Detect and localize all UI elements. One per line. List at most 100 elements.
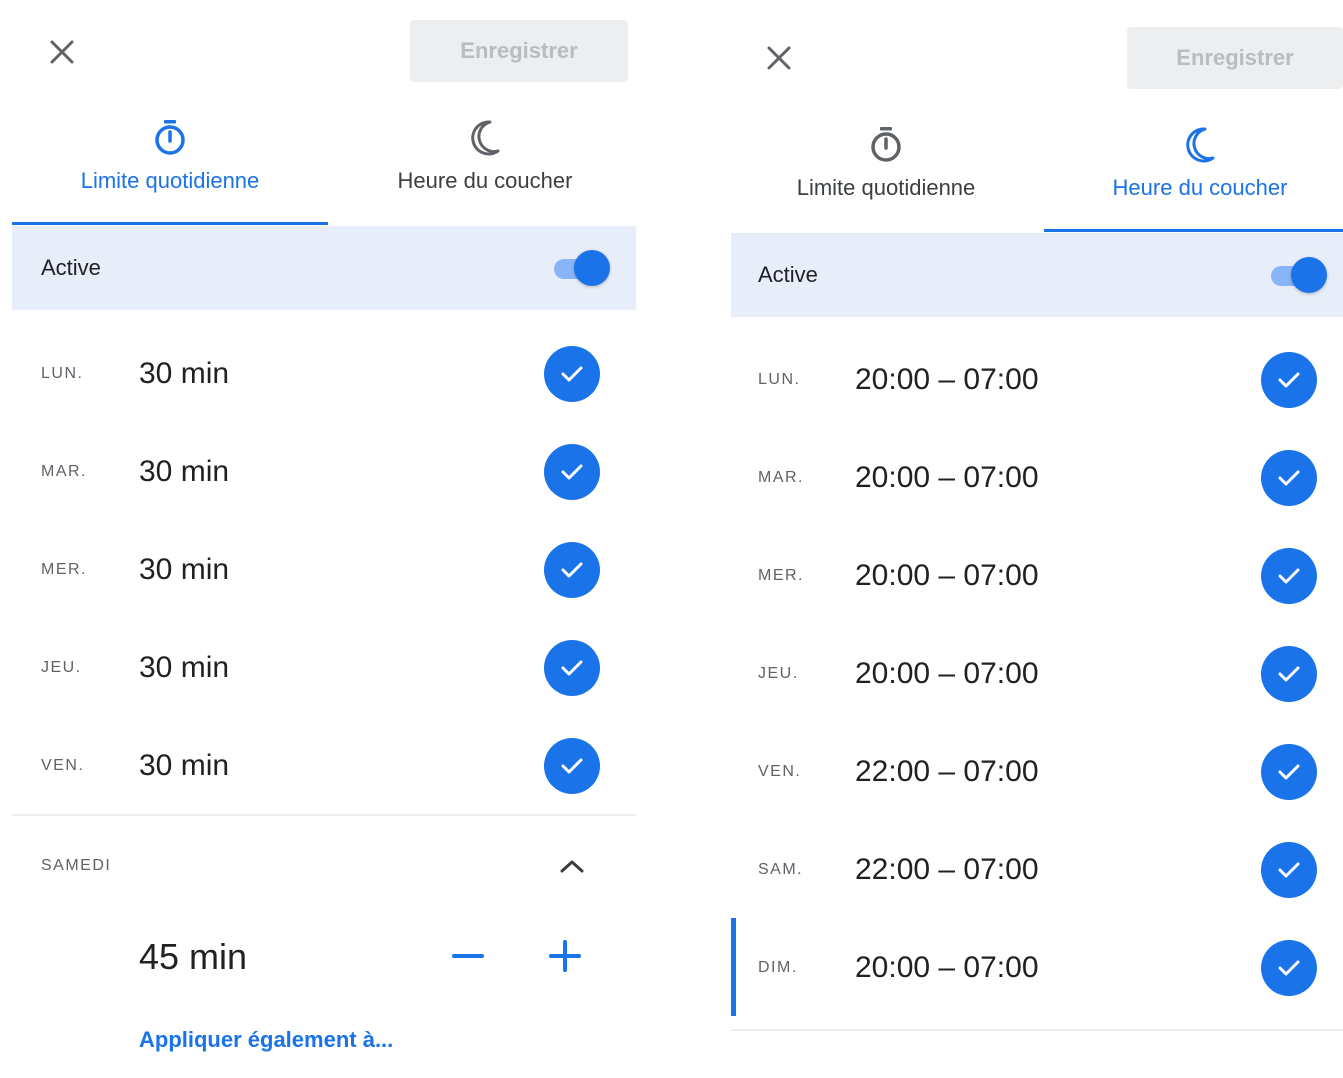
day-value: 30 min <box>139 553 230 586</box>
chevron-up-icon <box>560 860 584 873</box>
check-icon <box>1278 764 1300 780</box>
moon-icon <box>471 120 500 156</box>
active-tab-indicator <box>1044 229 1343 232</box>
plus-icon <box>549 940 581 972</box>
day-abbr: VEN. <box>758 763 802 780</box>
tab-daily-limit[interactable]: Limite quotidienne <box>761 125 1011 201</box>
check-icon <box>1278 862 1300 878</box>
day-checkbox[interactable] <box>1261 646 1317 702</box>
check-icon <box>561 562 583 578</box>
active-label: Active <box>41 255 101 280</box>
tab-bedtime[interactable]: Heure du coucher <box>1075 125 1325 201</box>
close-button[interactable] <box>759 38 799 78</box>
day-abbr: MAR. <box>758 469 804 486</box>
day-row[interactable]: MER. 20:00 – 07:00 <box>718 527 1343 625</box>
check-icon <box>1278 470 1300 486</box>
daily-limit-panel: Enregistrer Limite quotidienne Heure du … <box>0 0 640 1078</box>
apply-also-link[interactable]: Appliquer également à... <box>139 1027 393 1053</box>
tab-label: Heure du coucher <box>397 168 573 193</box>
close-icon <box>50 40 74 64</box>
decrement-button[interactable] <box>444 932 492 980</box>
day-checkbox[interactable] <box>544 346 600 402</box>
day-value: 30 min <box>139 749 230 782</box>
active-tab-indicator <box>12 222 328 225</box>
day-checkbox[interactable] <box>544 444 600 500</box>
day-abbr: SAM. <box>758 861 804 878</box>
close-icon <box>767 46 791 70</box>
day-checkbox[interactable] <box>1261 744 1317 800</box>
day-checkbox[interactable] <box>544 640 600 696</box>
day-row[interactable]: DIM. 20:00 – 07:00 <box>718 919 1343 1017</box>
day-abbr: DIM. <box>758 959 798 976</box>
day-value: 30 min <box>139 651 230 684</box>
day-value: 22:00 – 07:00 <box>855 755 1039 788</box>
timer-icon <box>871 127 901 162</box>
tab-daily-limit[interactable]: Limite quotidienne <box>45 118 295 194</box>
check-icon <box>1278 372 1300 388</box>
save-button[interactable]: Enregistrer <box>410 20 628 82</box>
toggle-knob <box>574 250 610 286</box>
day-abbr: LUN. <box>758 371 801 388</box>
day-row[interactable]: LUN. 20:00 – 07:00 <box>718 331 1343 429</box>
day-abbr: MAR. <box>41 463 87 480</box>
divider <box>731 1029 1343 1031</box>
check-icon <box>561 758 583 774</box>
day-checkbox[interactable] <box>544 542 600 598</box>
check-icon <box>1278 568 1300 584</box>
day-abbr: LUN. <box>41 365 84 382</box>
active-label: Active <box>758 262 818 287</box>
day-row[interactable]: SAM. 22:00 – 07:00 <box>718 821 1343 919</box>
toggle-knob <box>1291 257 1327 293</box>
day-checkbox[interactable] <box>1261 842 1317 898</box>
day-abbr: MER. <box>758 567 804 584</box>
divider <box>12 814 636 816</box>
day-row[interactable]: MAR. 30 min <box>0 423 640 521</box>
day-row[interactable]: VEN. 30 min <box>0 717 640 815</box>
check-icon <box>1278 960 1300 976</box>
day-abbr: JEU. <box>41 659 82 676</box>
active-row: Active <box>12 226 636 310</box>
day-row[interactable]: LUN. 30 min <box>0 325 640 423</box>
timer-icon <box>155 120 185 155</box>
day-value: 20:00 – 07:00 <box>855 559 1039 592</box>
tab-label: Limite quotidienne <box>80 168 260 193</box>
day-abbr: VEN. <box>41 757 85 774</box>
active-toggle[interactable] <box>1271 257 1327 293</box>
day-value: 20:00 – 07:00 <box>855 363 1039 396</box>
expanded-day-value: 45 min <box>139 936 248 977</box>
moon-icon <box>1186 127 1215 163</box>
day-value: 20:00 – 07:00 <box>855 951 1039 984</box>
minus-icon <box>452 954 484 958</box>
day-row[interactable]: JEU. 30 min <box>0 619 640 717</box>
close-button[interactable] <box>42 32 82 72</box>
day-value: 30 min <box>139 455 230 488</box>
tab-bedtime[interactable]: Heure du coucher <box>360 118 610 194</box>
day-row[interactable]: MAR. 20:00 – 07:00 <box>718 429 1343 527</box>
check-icon <box>561 660 583 676</box>
day-value: 20:00 – 07:00 <box>855 461 1039 494</box>
active-row: Active <box>731 233 1343 317</box>
day-checkbox[interactable] <box>1261 450 1317 506</box>
collapse-button[interactable] <box>548 842 596 890</box>
day-row[interactable]: JEU. 20:00 – 07:00 <box>718 625 1343 723</box>
check-icon <box>1278 666 1300 682</box>
tab-label: Limite quotidienne <box>796 175 976 200</box>
tab-label: Heure du coucher <box>1112 175 1288 200</box>
bedtime-panel: Enregistrer Limite quotidienne Heure du … <box>718 0 1343 1078</box>
day-abbr: JEU. <box>758 665 799 682</box>
day-value: 20:00 – 07:00 <box>855 657 1039 690</box>
increment-button[interactable] <box>541 932 589 980</box>
day-row[interactable]: MER. 30 min <box>0 521 640 619</box>
day-checkbox[interactable] <box>1261 940 1317 996</box>
check-icon <box>561 464 583 480</box>
save-button[interactable]: Enregistrer <box>1127 27 1343 89</box>
day-checkbox[interactable] <box>1261 352 1317 408</box>
day-checkbox[interactable] <box>1261 548 1317 604</box>
day-abbr: MER. <box>41 561 87 578</box>
expanded-day-label: SAMEDI <box>41 857 112 874</box>
day-checkbox[interactable] <box>544 738 600 794</box>
check-icon <box>561 366 583 382</box>
active-toggle[interactable] <box>554 250 610 286</box>
day-row[interactable]: VEN. 22:00 – 07:00 <box>718 723 1343 821</box>
day-value: 30 min <box>139 357 230 390</box>
